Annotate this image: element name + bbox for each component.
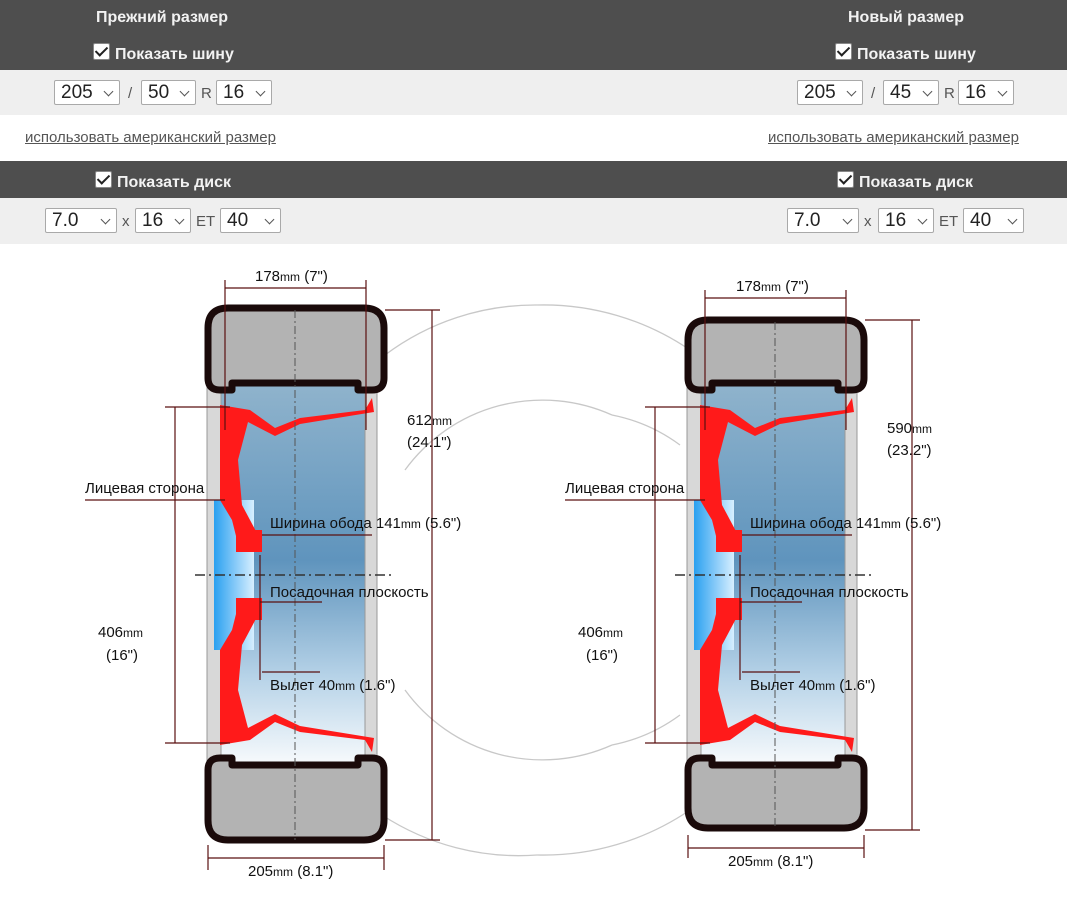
chevron-down-icon [917,214,928,225]
new-face-side-label: Лицевая сторона [565,480,685,497]
old-disk-et-select[interactable]: 40 [220,208,281,233]
new-tire-width-label: 205mm (8.1") [728,853,813,870]
new-rim-diameter-inch: (16") [586,647,618,664]
old-show-disk-label: Показать диск [117,174,232,191]
old-mounting-plane-label: Посадочная плоскость [270,584,429,601]
new-show-disk-checkbox[interactable]: Показать диск [837,171,973,192]
new-outer-diameter-value: 590mm [887,420,932,437]
slash-separator: / [128,85,133,102]
old-outer-diameter-inch: (24.1") [407,434,452,451]
et-label: ET [196,213,216,230]
old-rim-width-label: Ширина обода 141mm (5.6") [270,515,461,532]
wheel-comparison-diagram: 178mm (7") 612mm (24.1") Лицевая сторона… [85,268,941,880]
new-rim-diameter-value: 406mm [578,624,623,641]
old-size-title: Прежний размер [96,9,229,26]
x-label: x [864,213,872,230]
old-tire-width-label: 205mm (8.1") [248,863,333,880]
old-offset-label: Вылет 40mm (1.6") [270,677,395,694]
new-outer-diameter-inch: (23.2") [887,442,932,459]
background-arcs [381,304,691,857]
new-disk-width-label: 178mm (7") [736,278,809,295]
checkbox-checked-icon [95,171,112,188]
new-offset-label: Вылет 40mm (1.6") [750,677,875,694]
r-label: R [944,85,955,102]
old-disk-width-select[interactable]: 7.0 [45,208,117,233]
new-tire-width-select[interactable]: 205 [797,80,863,105]
new-show-tire-checkbox[interactable]: Показать шину [835,43,976,64]
new-tire-profile-select[interactable]: 45 [883,80,939,105]
old-rim-diameter-inch: (16") [106,647,138,664]
new-disk-diameter-select[interactable]: 16 [878,208,934,233]
old-american-size-link[interactable]: использовать американский размер [25,129,276,146]
new-size-title: Новый размер [848,9,965,26]
old-disk-width-label: 178mm (7") [255,268,328,285]
old-disk-diameter-select[interactable]: 16 [135,208,191,233]
checkbox-checked-icon [93,43,110,60]
chevron-down-icon [842,214,853,225]
slash-separator: / [871,85,876,102]
old-tire-profile-select[interactable]: 50 [141,80,196,105]
chevron-down-icon [179,86,190,97]
old-face-side-label: Лицевая сторона [85,480,205,497]
old-show-tire-checkbox[interactable]: Показать шину [93,43,234,64]
old-show-tire-label: Показать шину [115,46,234,63]
old-tire-radius-select[interactable]: 16 [216,80,272,105]
old-show-disk-checkbox[interactable]: Показать диск [95,171,231,192]
checkbox-checked-icon [835,43,852,60]
old-outer-diameter-value: 612mm [407,412,452,429]
chevron-down-icon [1007,214,1018,225]
chevron-down-icon [100,214,111,225]
new-disk-width-select[interactable]: 7.0 [787,208,859,233]
chevron-down-icon [997,86,1008,97]
old-rim-diameter-value: 406mm [98,624,143,641]
chevron-down-icon [103,86,114,97]
new-mounting-plane-label: Посадочная плоскость [750,584,909,601]
new-show-disk-label: Показать диск [859,174,974,191]
chevron-down-icon [255,86,266,97]
chevron-down-icon [264,214,275,225]
new-disk-et-select[interactable]: 40 [963,208,1024,233]
et-label: ET [939,213,959,230]
r-label: R [201,85,212,102]
new-show-tire-label: Показать шину [857,46,976,63]
new-american-size-link[interactable]: использовать американский размер [768,129,1019,146]
new-rim-width-label: Ширина обода 141mm (5.6") [750,515,941,532]
old-tire-width-select[interactable]: 205 [54,80,120,105]
chevron-down-icon [922,86,933,97]
checkbox-checked-icon [837,171,854,188]
new-tire-radius-select[interactable]: 16 [958,80,1014,105]
chevron-down-icon [846,86,857,97]
x-label: x [122,213,130,230]
chevron-down-icon [174,214,185,225]
